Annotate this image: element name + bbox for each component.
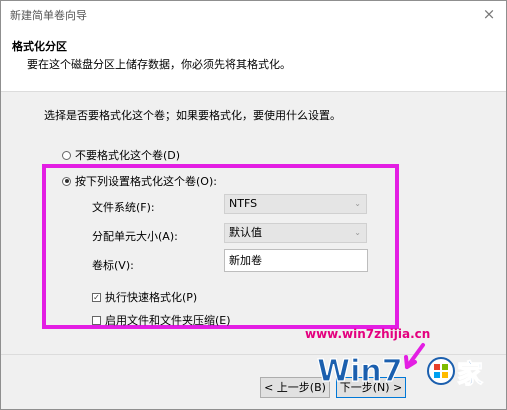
watermark-url: www.win7zhijia.cn [305, 327, 431, 341]
checkbox-checked-icon: ✓ [92, 292, 101, 302]
wizard-header: 格式化分区 要在这个磁盘分区上储存数据，你必须先将其格式化。 [1, 27, 506, 91]
compression-label: 启用文件和文件夹压缩(E) [105, 314, 231, 327]
title-bar: 新建简单卷向导 × [1, 1, 506, 27]
quick-format-checkbox[interactable]: ✓ 执行快速格式化(P) [92, 289, 197, 305]
allocation-select[interactable]: 默认值 ⌄ [224, 223, 367, 243]
radio-selected-icon [62, 176, 71, 186]
volume-label: 卷标(V): [92, 259, 134, 272]
radio-no-format[interactable]: 不要格式化这个卷(D) [62, 147, 180, 163]
radio-format[interactable]: 按下列设置格式化这个卷(O): [62, 173, 217, 189]
instruction-text: 选择是否要格式化这个卷；如果要格式化，要使用什么设置。 [44, 109, 341, 122]
allocation-value: 默认值 [229, 226, 262, 239]
compression-checkbox[interactable]: 启用文件和文件夹压缩(E) [92, 312, 231, 328]
checkbox-unchecked-icon [92, 315, 101, 325]
volume-label-input[interactable]: 新加卷 [224, 249, 368, 272]
allocation-label: 分配单元大小(A): [92, 230, 178, 243]
radio-circle-icon [62, 150, 71, 160]
filesystem-select[interactable]: NTFS ⌄ [224, 194, 367, 214]
svg-text:Win7: Win7 [317, 354, 403, 389]
wizard-content: 选择是否要格式化这个卷；如果要格式化，要使用什么设置。 不要格式化这个卷(D) … [1, 92, 506, 354]
svg-text:家: 家 [457, 359, 483, 390]
page-subtitle: 要在这个磁盘分区上储存数据，你必须先将其格式化。 [27, 58, 291, 71]
quick-format-label: 执行快速格式化(P) [105, 291, 198, 304]
chevron-down-icon: ⌄ [354, 199, 361, 208]
window-title: 新建简单卷向导 [10, 9, 87, 22]
filesystem-value: NTFS [229, 197, 258, 210]
win7-logo-icon: Win7 家 [316, 343, 484, 391]
filesystem-label: 文件系统(F): [92, 201, 155, 214]
chevron-down-icon: ⌄ [354, 228, 361, 237]
page-title: 格式化分区 [12, 40, 67, 53]
close-icon[interactable]: × [478, 3, 500, 25]
radio-format-label: 按下列设置格式化这个卷(O): [75, 175, 217, 188]
radio-no-format-label: 不要格式化这个卷(D) [75, 149, 181, 162]
